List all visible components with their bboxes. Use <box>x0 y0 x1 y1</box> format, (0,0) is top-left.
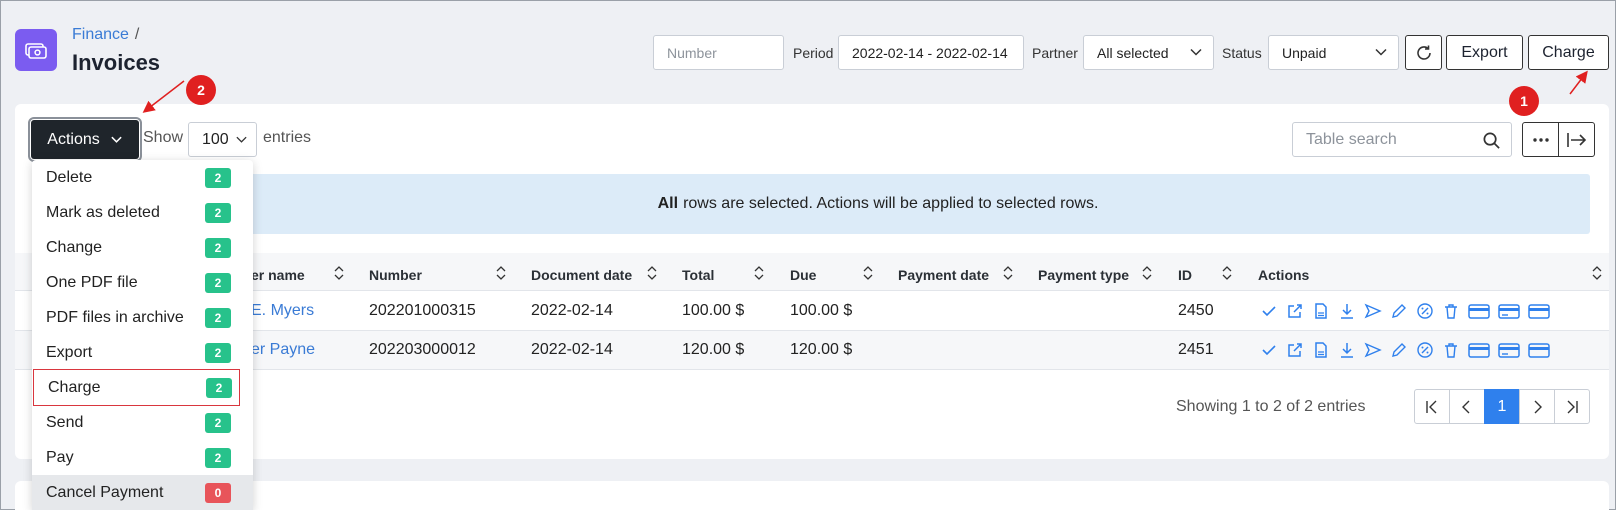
annotation-arrows <box>142 70 1588 113</box>
annotation-step-2: 2 <box>186 75 216 105</box>
annotation-arrow-2 <box>142 80 185 113</box>
annotation-step-1: 1 <box>1509 86 1539 116</box>
annotation-arrow-1 <box>1569 70 1588 95</box>
